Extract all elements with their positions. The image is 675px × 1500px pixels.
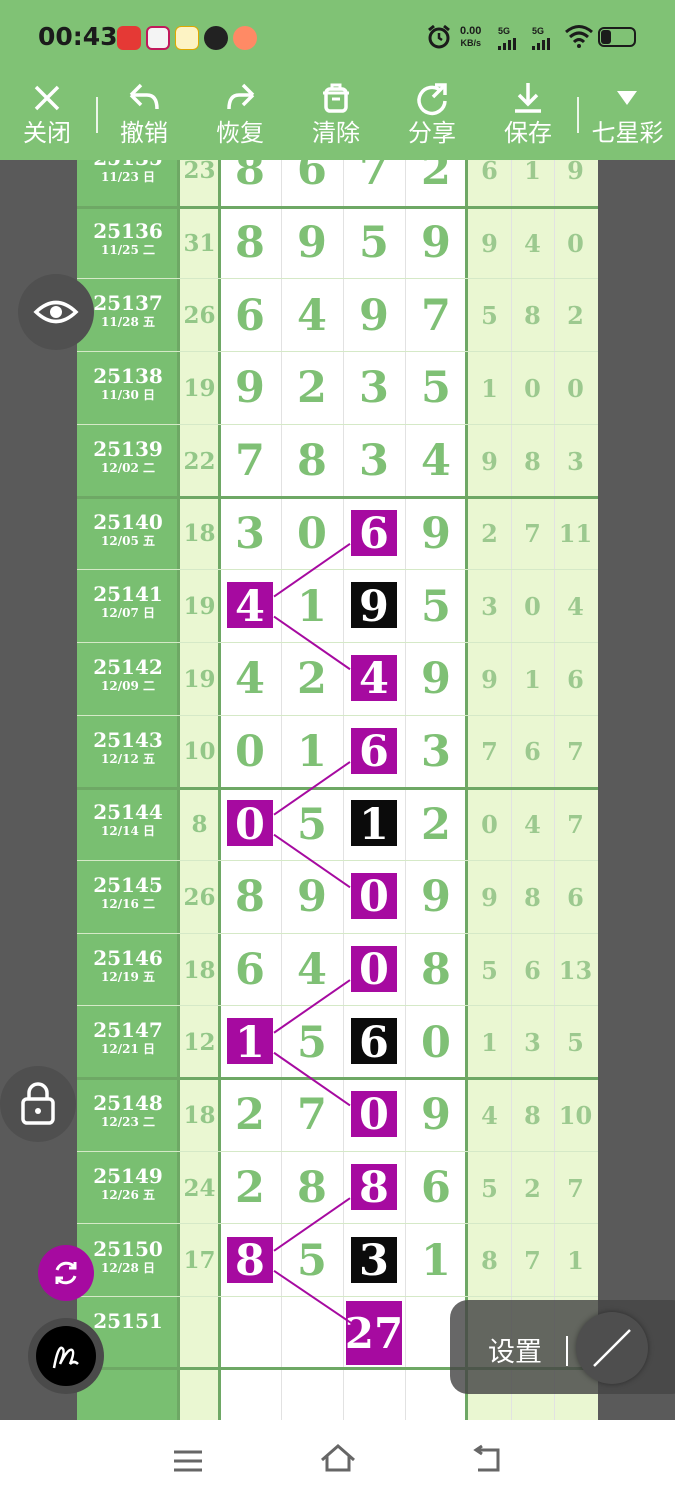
alarm-icon (428, 24, 450, 49)
digit-value: 9 (359, 581, 389, 632)
trend-line (273, 615, 351, 671)
trend-chart[interactable]: 2513511/23 日2386726192513611/25 二3189599… (77, 160, 598, 1420)
settings-button[interactable]: 设置 (488, 1330, 542, 1369)
app-notification-icon (117, 26, 141, 50)
eye-icon (33, 300, 79, 324)
status-bar: 00:43 0.00 KB/s 5G 5G (0, 0, 675, 75)
network-speed: 0.00 KB/s (460, 25, 482, 48)
digit-value: 3 (359, 1235, 389, 1286)
save-button[interactable]: 保存 (493, 79, 563, 149)
trend-line (273, 1270, 353, 1325)
signal-strength-1: 5G (498, 26, 526, 52)
toolbar: 关闭 撤销 恢复 清除 分享 保存 七星彩 (0, 75, 675, 160)
draw-line-icon (593, 1329, 631, 1367)
app-notification-icon (175, 26, 199, 50)
refresh-button[interactable] (38, 1245, 94, 1301)
undo-label: 撤销 (120, 120, 168, 147)
navigation-bar (0, 1420, 675, 1500)
digit-cell: 9 (343, 570, 405, 643)
digit-value: 4 (359, 654, 389, 705)
pen-button[interactable] (28, 1318, 104, 1394)
digit-value: 0 (359, 945, 389, 996)
digit-value: 0 (235, 799, 265, 850)
qq-icon (204, 26, 228, 50)
clear-icon (323, 83, 349, 113)
digit-value: 4 (235, 581, 265, 632)
menu-icon[interactable] (170, 1446, 206, 1476)
digit-value: 6 (359, 1017, 389, 1068)
pen-icon (52, 1346, 79, 1369)
digit-value: 1 (359, 799, 389, 850)
app-notification-icon (233, 26, 257, 50)
digit-value: 6 (359, 726, 389, 777)
lottery-type-label: 七星彩 (591, 120, 664, 147)
digit-cell: 4 (219, 570, 281, 643)
right-margin (598, 160, 675, 1420)
refresh-icon (55, 1261, 77, 1285)
app-notification-icon (146, 26, 170, 50)
digit-value: 0 (359, 1090, 389, 1141)
digit-cell: 6 (343, 498, 405, 571)
lock-icon (21, 1082, 55, 1125)
share-button[interactable]: 分享 (397, 79, 467, 149)
trend-line (273, 1197, 351, 1252)
digit-cell: 0 (219, 788, 281, 861)
eye-button[interactable] (18, 274, 94, 350)
digit-cell: 1 (343, 788, 405, 861)
digit-value: 6 (359, 508, 389, 559)
redo-icon (227, 83, 255, 110)
close-icon (34, 85, 60, 111)
digit-cell: 6 (343, 716, 405, 789)
digit-cell: 0 (343, 934, 405, 1007)
trend-line (273, 1051, 351, 1107)
redo-label: 恢复 (216, 120, 264, 147)
status-time: 00:43 (38, 22, 118, 51)
close-label: 关闭 (23, 120, 71, 147)
toolbar-separator (96, 97, 98, 133)
clear-button[interactable]: 清除 (301, 79, 371, 149)
digit-cell: 8 (219, 1225, 281, 1298)
settings-separator (566, 1336, 568, 1366)
save-icon (515, 83, 541, 113)
lottery-type-dropdown[interactable]: 七星彩 (585, 79, 670, 149)
trend-line (273, 761, 351, 816)
trend-lines (273, 543, 353, 1325)
digit-value: 8 (359, 1163, 389, 1214)
signal-strength-2: 5G (532, 26, 560, 52)
digit-value: 0 (359, 872, 389, 923)
back-icon[interactable] (470, 1444, 506, 1476)
toolbar-separator (577, 97, 579, 133)
digit-value: 1 (235, 1017, 265, 1068)
battery-icon (598, 27, 636, 47)
digit-value: 8 (235, 1235, 265, 1286)
triangle-down-icon (617, 91, 637, 105)
home-icon[interactable] (318, 1442, 358, 1476)
digit-cell: 4 (343, 643, 405, 716)
save-label: 保存 (504, 120, 552, 147)
draw-line-button[interactable] (576, 1312, 648, 1384)
digit-cell: 0 (343, 1079, 405, 1152)
trend-line (273, 543, 351, 598)
share-icon (417, 83, 447, 116)
share-label: 分享 (408, 120, 456, 147)
lock-button[interactable] (0, 1066, 76, 1142)
digit-cell: 6 (343, 1006, 405, 1079)
settings-panel: 设置 (450, 1300, 675, 1394)
trend-line (273, 979, 351, 1034)
digit-cell: 8 (343, 1152, 405, 1225)
close-button[interactable]: 关闭 (12, 79, 82, 149)
trend-line (273, 833, 351, 889)
digit-cell: 1 (219, 1006, 281, 1079)
undo-button[interactable]: 撤销 (109, 79, 179, 149)
clear-label: 清除 (312, 120, 360, 147)
wifi-icon (565, 25, 593, 48)
digit-cell: 3 (343, 1225, 405, 1298)
digit-cell: 0 (343, 861, 405, 934)
redo-button[interactable]: 恢复 (205, 79, 275, 149)
left-margin (0, 160, 77, 1420)
undo-icon (129, 83, 159, 110)
